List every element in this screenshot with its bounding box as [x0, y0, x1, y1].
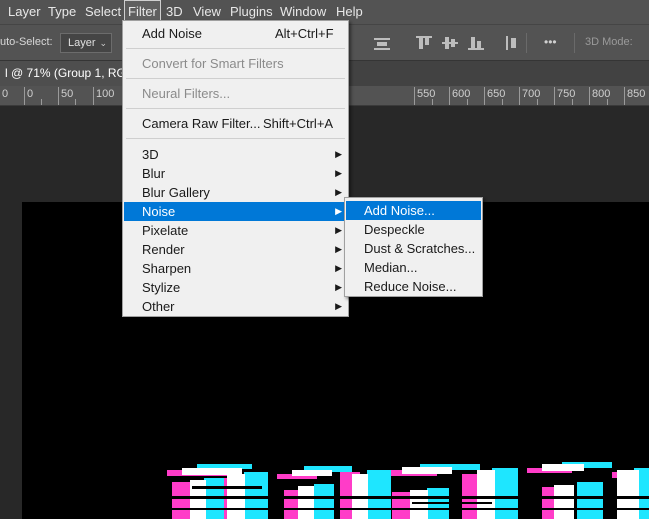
- 3d-mode-label: 3D Mode:: [585, 36, 633, 48]
- submenu-arrow-icon: ▶: [335, 225, 342, 235]
- submenu-arrow-icon: ▶: [335, 149, 342, 159]
- auto-select-dropdown[interactable]: Layer ⌄: [60, 33, 112, 53]
- submenu-arrow-icon: ▶: [335, 187, 342, 197]
- menu-item-neural-filters[interactable]: Neural Filters...: [124, 84, 347, 103]
- align-top-edges-icon[interactable]: [416, 35, 432, 51]
- menu-separator: [126, 138, 345, 139]
- submenu-arrow-icon: ▶: [335, 168, 342, 178]
- distribute-icon[interactable]: [504, 35, 520, 51]
- submenu-arrow-icon: ▶: [335, 301, 342, 311]
- more-options-icon[interactable]: •••: [544, 25, 557, 59]
- ruler-label: 50: [61, 88, 74, 100]
- menu-type[interactable]: Type: [48, 0, 76, 24]
- ruler-tick: [449, 87, 450, 105]
- ruler-label: 0: [27, 88, 34, 100]
- submenu-item-dust-scratches[interactable]: Dust & Scratches...: [346, 239, 481, 258]
- align-vertical-centers-icon[interactable]: [442, 35, 458, 51]
- submenu-item-add-noise[interactable]: Add Noise...: [346, 201, 481, 220]
- ruler-tick: [624, 87, 625, 105]
- menu-item-3d[interactable]: 3D ▶: [124, 145, 347, 164]
- submenu-arrow-icon: ▶: [335, 282, 342, 292]
- menu-item-noise[interactable]: Noise ▶: [124, 202, 347, 221]
- ruler-tick: [93, 87, 94, 105]
- ruler-tick: [502, 99, 503, 105]
- ruler-tick: [432, 99, 433, 105]
- ruler-tick: [537, 99, 538, 105]
- ruler-tick: [607, 99, 608, 105]
- ruler-tick: [24, 87, 25, 105]
- align-bottom-edges-icon[interactable]: [468, 35, 484, 51]
- menu-item-pixelate[interactable]: Pixelate ▶: [124, 221, 347, 240]
- ruler-tick: [467, 99, 468, 105]
- filter-menu: Add Noise Alt+Ctrl+F Convert for Smart F…: [122, 20, 349, 317]
- submenu-item-median[interactable]: Median...: [346, 258, 481, 277]
- menu-item-add-noise[interactable]: Add Noise Alt+Ctrl+F: [124, 24, 347, 43]
- menu-item-sharpen[interactable]: Sharpen ▶: [124, 259, 347, 278]
- menu-separator: [126, 108, 345, 109]
- ruler-tick: [572, 99, 573, 105]
- menu-item-blur-gallery[interactable]: Blur Gallery ▶: [124, 183, 347, 202]
- submenu-arrow-icon: ▶: [335, 263, 342, 273]
- menu-item-render[interactable]: Render ▶: [124, 240, 347, 259]
- ruler-tick: [41, 99, 42, 105]
- menu-item-blur[interactable]: Blur ▶: [124, 164, 347, 183]
- menu-item-convert-smart-filters[interactable]: Convert for Smart Filters: [124, 54, 347, 73]
- ruler-tick: [75, 99, 76, 105]
- menu-separator: [126, 48, 345, 49]
- ruler-label: 850: [627, 88, 646, 100]
- align-horizontal-centers-icon[interactable]: [374, 35, 390, 51]
- ruler-tick: [554, 87, 555, 105]
- auto-select-label: uto-Select:: [0, 36, 53, 48]
- submenu-arrow-icon: ▶: [335, 244, 342, 254]
- ruler-label: 0: [2, 88, 9, 100]
- menu-item-other[interactable]: Other ▶: [124, 297, 347, 316]
- ruler-tick: [414, 87, 415, 105]
- menu-separator: [126, 78, 345, 79]
- menu-layer[interactable]: Layer: [8, 0, 41, 24]
- divider: [574, 33, 575, 53]
- submenu-arrow-icon: ▶: [335, 206, 342, 216]
- ruler-tick: [484, 87, 485, 105]
- chevron-down-icon: ⌄: [99, 38, 107, 48]
- menu-item-stylize[interactable]: Stylize ▶: [124, 278, 347, 297]
- noise-submenu: Add Noise... Despeckle Dust & Scratches.…: [344, 197, 483, 297]
- ruler-label: 100: [96, 88, 115, 100]
- shortcut-label: Shift+Ctrl+A: [263, 116, 334, 131]
- divider: [526, 33, 527, 53]
- shortcut-label: Alt+Ctrl+F: [275, 26, 334, 41]
- ruler-tick: [58, 87, 59, 105]
- auto-select-value: Layer: [68, 37, 96, 49]
- submenu-item-reduce-noise[interactable]: Reduce Noise...: [346, 277, 481, 296]
- submenu-item-despeckle[interactable]: Despeckle: [346, 220, 481, 239]
- ruler-tick: [519, 87, 520, 105]
- menu-item-camera-raw-filter[interactable]: Camera Raw Filter... Shift+Ctrl+A: [124, 114, 347, 133]
- document-tab[interactable]: l @ 71% (Group 1, RGB/: [0, 61, 142, 87]
- menu-select[interactable]: Select: [85, 0, 121, 24]
- ruler-tick: [589, 87, 590, 105]
